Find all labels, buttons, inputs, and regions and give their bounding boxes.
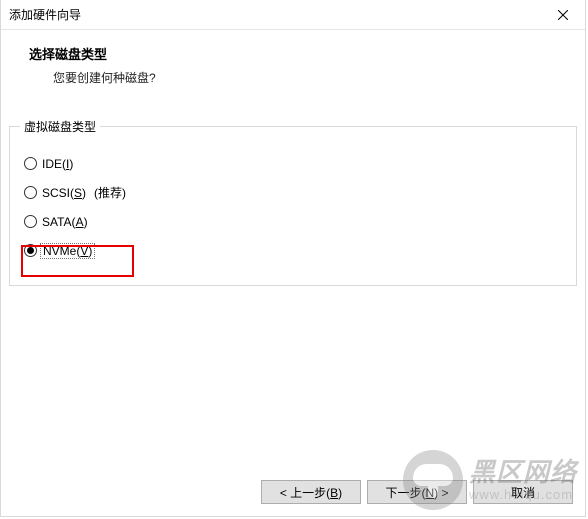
wizard-header: 选择磁盘类型 您要创建何种磁盘? bbox=[1, 30, 585, 98]
page-subtext: 您要创建何种磁盘? bbox=[29, 69, 585, 86]
wizard-button-row: < 上一步(B) 下一步(N) > 取消 bbox=[261, 480, 573, 504]
close-button[interactable] bbox=[541, 0, 585, 30]
group-legend: 虚拟磁盘类型 bbox=[20, 118, 100, 135]
button-label: 下一步(N) > bbox=[385, 484, 448, 501]
add-hardware-wizard-dialog: 添加硬件向导 选择磁盘类型 您要创建何种磁盘? 虚拟磁盘类型 IDE(I) SC… bbox=[0, 0, 586, 517]
close-icon bbox=[558, 10, 568, 20]
radio-icon bbox=[24, 157, 37, 170]
radio-icon bbox=[24, 215, 37, 228]
radio-label: NVMe(V) bbox=[40, 243, 95, 259]
radio-icon bbox=[24, 186, 37, 199]
button-label: 取消 bbox=[511, 484, 535, 501]
radio-nvme[interactable]: NVMe(V) bbox=[24, 236, 562, 265]
radio-selected-dot-icon bbox=[27, 247, 34, 254]
window-title: 添加硬件向导 bbox=[9, 6, 81, 23]
radio-sata[interactable]: SATA(A) bbox=[24, 207, 562, 236]
recommended-label: (推荐) bbox=[94, 184, 126, 201]
page-heading: 选择磁盘类型 bbox=[29, 44, 585, 63]
disk-type-group: 虚拟磁盘类型 IDE(I) SCSI(S) (推荐) SATA(A) NVMe(… bbox=[9, 126, 577, 286]
radio-scsi[interactable]: SCSI(S) (推荐) bbox=[24, 178, 562, 207]
radio-ide[interactable]: IDE(I) bbox=[24, 149, 562, 178]
radio-icon bbox=[24, 244, 37, 257]
radio-label: SATA(A) bbox=[42, 215, 88, 229]
titlebar: 添加硬件向导 bbox=[1, 0, 585, 30]
button-label: < 上一步(B) bbox=[280, 484, 342, 501]
cancel-button[interactable]: 取消 bbox=[473, 480, 573, 504]
radio-label: SCSI(S) bbox=[42, 186, 86, 200]
radio-label: IDE(I) bbox=[42, 157, 73, 171]
next-button[interactable]: 下一步(N) > bbox=[367, 480, 467, 504]
back-button[interactable]: < 上一步(B) bbox=[261, 480, 361, 504]
